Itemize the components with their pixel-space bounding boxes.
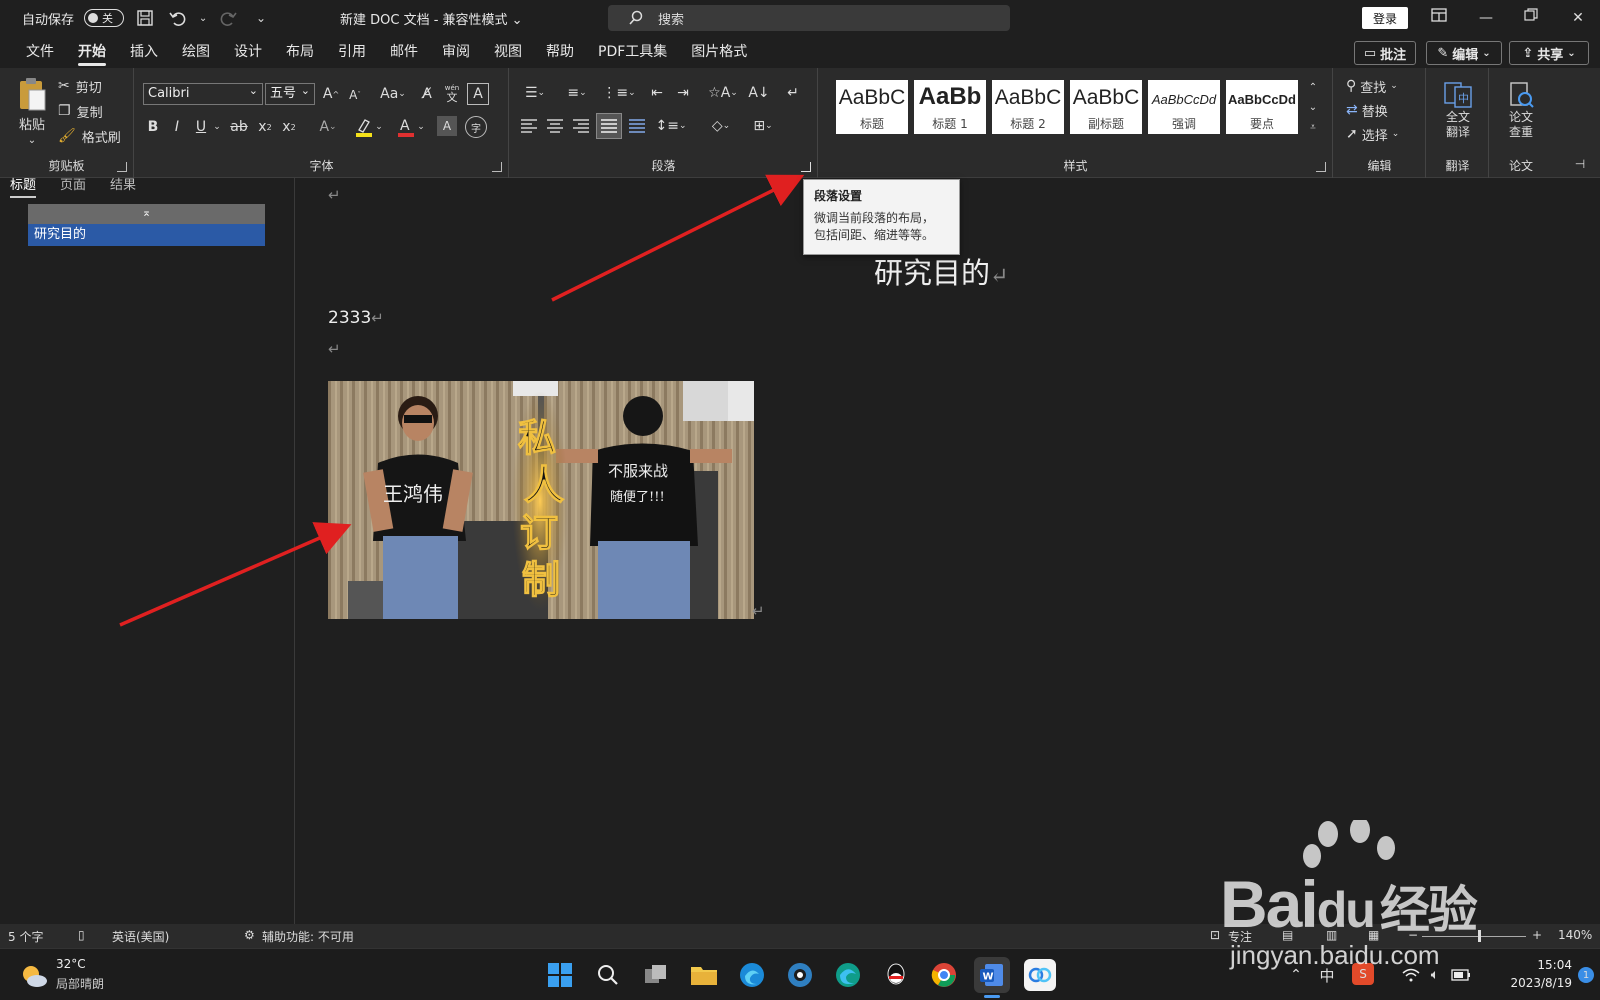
wifi-icon[interactable] — [1400, 963, 1422, 987]
zoom-slider-track[interactable] — [1422, 936, 1526, 937]
status-bar: 5 个字 ▯ 英语(美国) ⚙ 辅助功能: 不可用 ⊡ 专注 ▤ ▥ ▦ − +… — [0, 924, 1600, 948]
clock-time[interactable]: 15:04 — [1518, 958, 1572, 972]
battery-icon[interactable] — [1450, 963, 1472, 987]
taskbar: 32°C 局部晴朗 W ⌃ 中 S 🔈︎ 15:04 2023/8/19 1 — [0, 948, 1600, 1000]
tooltip-body-1: 微调当前段落的布局， — [814, 211, 935, 225]
print-layout-icon[interactable]: ▥ — [1326, 928, 1337, 942]
notification-badge[interactable]: 1 — [1578, 967, 1594, 983]
zoom-slider-thumb[interactable] — [1478, 930, 1481, 942]
tooltip-title: 段落设置 — [814, 189, 863, 203]
task-view-icon[interactable] — [640, 959, 672, 991]
edge-icon[interactable] — [832, 959, 864, 991]
baidu-netdisk-icon[interactable] — [1024, 959, 1056, 991]
active-app-indicator — [984, 995, 1000, 998]
focus-icon[interactable]: ⊡ — [1210, 928, 1220, 942]
read-mode-icon[interactable]: ▤ — [1282, 928, 1293, 942]
temperature: 32°C — [56, 957, 86, 971]
chrome-icon[interactable] — [928, 959, 960, 991]
file-explorer-icon[interactable] — [688, 959, 720, 991]
ime-indicator[interactable]: 中 — [1316, 963, 1338, 987]
word-app-icon[interactable]: W — [974, 957, 1010, 993]
paragraph-settings-tooltip: 段落设置 微调当前段落的布局， 包括间距、缩进等等。 — [803, 179, 960, 255]
qq-icon[interactable] — [880, 959, 912, 991]
weather-description: 局部晴朗 — [56, 977, 105, 991]
search-icon[interactable] — [592, 959, 624, 991]
focus-label[interactable]: 专注 — [1228, 928, 1252, 945]
language-status[interactable]: 英语(美国) — [112, 928, 169, 945]
edge-dev-icon[interactable] — [784, 959, 816, 991]
proofing-icon[interactable]: ▯ — [78, 928, 85, 942]
annotation-arrows — [119, 174, 805, 627]
chevron-up-icon[interactable]: ⌃ — [1286, 963, 1306, 987]
zoom-in-icon[interactable]: + — [1532, 928, 1542, 942]
weather-icon[interactable] — [18, 961, 50, 991]
web-layout-icon[interactable]: ▦ — [1368, 928, 1379, 942]
volume-icon[interactable]: 🔈︎ — [1424, 963, 1446, 987]
word-count[interactable]: 5 个字 — [8, 928, 43, 945]
tooltip-body-2: 包括间距、缩进等等。 — [814, 228, 935, 242]
zoom-level[interactable]: 140% — [1558, 928, 1592, 942]
accessibility-status[interactable]: 辅助功能: 不可用 — [262, 928, 354, 945]
edge-beta-icon[interactable] — [736, 959, 768, 991]
clock-date[interactable]: 2023/8/19 — [1492, 976, 1572, 990]
arrow-to-paragraph-launcher — [551, 174, 805, 302]
svg-text:W: W — [983, 972, 994, 983]
accessibility-icon: ⚙ — [244, 928, 255, 942]
arrow-to-photo — [119, 522, 352, 627]
sogou-input-icon[interactable]: S — [1352, 963, 1374, 985]
zoom-out-icon[interactable]: − — [1408, 928, 1418, 942]
windows-start-icon[interactable] — [544, 959, 576, 991]
